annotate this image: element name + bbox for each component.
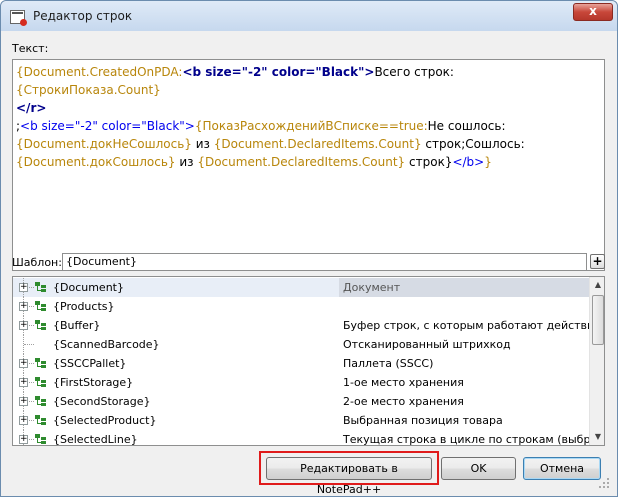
editor-segment: </r>	[16, 101, 47, 115]
editor-segment: из	[175, 155, 198, 169]
add-button[interactable]: +	[590, 254, 605, 269]
scroll-thumb[interactable]	[592, 295, 604, 345]
editor-segment: строк}	[405, 155, 453, 169]
tree-item-name: {SelectedLine}	[53, 433, 138, 446]
editor-segment: Не сошлось:	[427, 119, 506, 133]
tree-cell-name: + {Document}	[13, 278, 333, 297]
object-tree-icon	[35, 415, 47, 426]
tree-item-description: Буфер строк, с которым работают действия…	[343, 319, 589, 332]
object-tree-icon	[35, 320, 47, 331]
object-tree-icon	[35, 396, 47, 407]
resize-grip-icon[interactable]	[599, 478, 609, 488]
object-tree-icon	[35, 434, 47, 445]
fields-tree[interactable]: + {SelectedLine} Текущая строка в цикле по…	[12, 276, 605, 446]
tree-item-description: Паллета (SSCC)	[343, 357, 434, 370]
editor-segment: {СтрокиПоказа.Count}	[16, 83, 161, 97]
editor-segment: <b size="-2" color="Black">	[182, 65, 375, 79]
tree-item-description: Документ	[339, 278, 589, 297]
editor-segment: {ПоказРасхожденийВСписке==true:	[194, 119, 428, 133]
tree-cell-name: + {SelectedProduct}	[13, 411, 333, 430]
tree-row[interactable]: + {Document} Документ	[13, 278, 590, 297]
dialog-window: Редактор строк x Текст: {Document.Create…	[0, 0, 618, 497]
tree-cell-name: + {SSCCPallet}	[13, 354, 333, 373]
tree-line	[24, 344, 34, 345]
editor-segment: {Document.докНеСошлось}	[16, 137, 192, 151]
tree-item-name: {SelectedProduct}	[53, 414, 157, 427]
tree-cell-name: + {SecondStorage}	[13, 392, 333, 411]
editor-segment: {Document.DeclaredItems.Count}	[213, 137, 422, 151]
object-tree-icon	[35, 377, 47, 388]
tree-row[interactable]: + {SSCCPallet} Паллета (SSCC)	[13, 354, 590, 373]
tree-cell-name: + {Buffer}	[13, 316, 333, 335]
tree-item-description: Выбранная позиция товара	[343, 414, 503, 427]
object-tree-icon	[35, 282, 47, 293]
tree-item-description: 2-ое место хранения	[343, 395, 464, 408]
template-label: Шаблон:	[12, 256, 62, 269]
editor-segment: {Document.DeclaredItems.Count}	[197, 155, 406, 169]
tree-cell-name: + {Products}	[13, 297, 333, 316]
expand-icon[interactable]: +	[19, 359, 28, 368]
dialog-content: Текст: {Document.CreatedOnPDA:<b size="-…	[7, 32, 611, 496]
template-input[interactable]: {Document}	[62, 253, 587, 271]
tree-cell-name: + {FirstStorage}	[13, 373, 333, 392]
expand-icon[interactable]: +	[19, 283, 28, 292]
editor-segment: }	[484, 155, 492, 169]
tree-row[interactable]: + {SelectedLine} Текущая строка в цикле по…	[13, 430, 590, 446]
text-editor[interactable]: {Document.CreatedOnPDA:<b size="-2" colo…	[12, 59, 605, 271]
tree-item-description: Текущая строка в цикле по строкам (выбра…	[343, 433, 589, 446]
tree-item-description: 1-ое место хранения	[343, 376, 464, 389]
tree-item-description: Отсканированный штрихкод	[343, 338, 511, 351]
tree-cell-name: + {SelectedLine}	[13, 430, 333, 446]
editor-segment: {Document.докСошлось}	[16, 155, 176, 169]
tree-row[interactable]: + {FirstStorage} 1-ое место хранения	[13, 373, 590, 392]
editor-segment: строк;Сошлось:	[425, 137, 525, 151]
editor-segment: </b>	[452, 155, 485, 169]
scroll-down-icon[interactable]: ▼	[590, 429, 604, 445]
expand-icon[interactable]: +	[19, 302, 28, 311]
tree-item-name: {ScannedBarcode}	[53, 338, 160, 351]
editor-segment: Всего строк:	[374, 65, 458, 79]
close-button[interactable]: x	[573, 3, 613, 21]
editor-segment: из	[191, 137, 214, 151]
editor-segment: <b size="-2" color="Black">	[20, 119, 195, 133]
object-tree-icon	[35, 301, 47, 312]
vertical-scrollbar[interactable]: ▲ ▼	[589, 277, 604, 445]
expand-icon[interactable]: +	[19, 378, 28, 387]
tree-cell-name: {ScannedBarcode}	[13, 335, 333, 354]
object-tree-icon	[35, 358, 47, 369]
expand-icon[interactable]: +	[19, 321, 28, 330]
edit-in-notepad-button[interactable]: Редактировать в NotePad++	[266, 457, 432, 496]
tree-item-name: {Document}	[53, 281, 124, 294]
tree-row[interactable]: + {Buffer} Буфер строк, с которым работают…	[13, 316, 590, 335]
expand-icon[interactable]: +	[19, 435, 28, 444]
tree-item-name: {Products}	[53, 300, 115, 313]
tree-item-name: {SecondStorage}	[53, 395, 151, 408]
expand-icon[interactable]: +	[19, 397, 28, 406]
document-icon	[10, 10, 27, 26]
tree-row[interactable]: {ScannedBarcode} Отсканированный штрихкод	[13, 335, 590, 354]
ok-button[interactable]: OK	[441, 457, 516, 480]
text-label: Текст:	[12, 42, 49, 55]
expand-icon[interactable]: +	[19, 416, 28, 425]
cancel-button[interactable]: Отмена	[523, 457, 601, 480]
window-title: Редактор строк	[33, 9, 133, 23]
tree-item-name: {FirstStorage}	[53, 376, 134, 389]
editor-segment: {Document.CreatedOnPDA:	[16, 65, 183, 79]
template-row: Шаблон: {Document} +	[12, 253, 605, 273]
tree-row[interactable]: + {SelectedProduct} Выбранная позиция това…	[13, 411, 590, 430]
tree-row[interactable]: + {Products}	[13, 297, 590, 316]
tree-item-description	[339, 297, 589, 316]
scroll-up-icon[interactable]: ▲	[590, 277, 604, 293]
tree-item-name: {Buffer}	[53, 319, 101, 332]
tree-item-name: {SSCCPallet}	[53, 357, 127, 370]
title-bar[interactable]: Редактор строк x	[1, 1, 617, 31]
tree-row[interactable]: + {SecondStorage} 2-ое место хранения	[13, 392, 590, 411]
